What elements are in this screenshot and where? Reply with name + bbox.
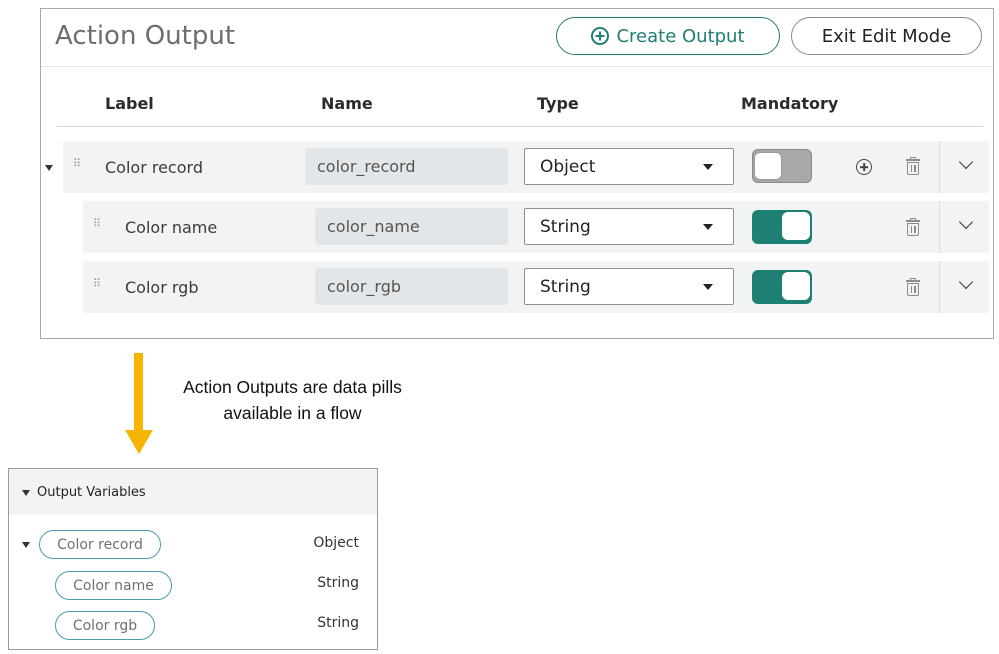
caret-down-icon bbox=[22, 490, 30, 496]
type-select[interactable]: String bbox=[524, 268, 734, 305]
output-variables-header[interactable]: Output Variables bbox=[9, 469, 377, 515]
column-header-label: Label bbox=[105, 94, 154, 113]
chevron-down-icon[interactable] bbox=[958, 154, 974, 170]
row-label: Color rgb bbox=[125, 278, 199, 297]
add-child-icon[interactable] bbox=[856, 159, 872, 175]
column-header-name: Name bbox=[321, 94, 373, 113]
create-output-label: Create Output bbox=[616, 25, 745, 47]
caption-line: available in a flow bbox=[223, 403, 362, 423]
chevron-down-icon[interactable] bbox=[958, 214, 974, 230]
table-row: ⠿ Color name color_name String bbox=[83, 201, 989, 253]
expand-caret-icon[interactable] bbox=[45, 165, 53, 171]
pill-type: String bbox=[317, 575, 359, 591]
data-pill[interactable]: Color record bbox=[39, 530, 161, 559]
mandatory-toggle[interactable] bbox=[752, 149, 812, 183]
expand-caret-icon[interactable] bbox=[22, 542, 30, 548]
create-output-button[interactable]: Create Output bbox=[556, 17, 780, 55]
column-header-type: Type bbox=[537, 94, 579, 113]
drag-handle-icon[interactable]: ⠿ bbox=[93, 218, 101, 229]
column-header-mandatory: Mandatory bbox=[741, 94, 839, 113]
panel-title: Action Output bbox=[55, 21, 236, 51]
trash-icon[interactable] bbox=[906, 218, 920, 236]
dropdown-arrow-icon bbox=[703, 224, 713, 230]
exit-edit-mode-button[interactable]: Exit Edit Mode bbox=[791, 17, 982, 55]
plus-circle-icon bbox=[591, 27, 610, 45]
chevron-down-icon[interactable] bbox=[958, 274, 974, 290]
type-select[interactable]: String bbox=[524, 208, 734, 245]
header-divider bbox=[57, 126, 983, 127]
toggle-knob bbox=[782, 212, 810, 240]
toggle-knob bbox=[754, 152, 782, 180]
divider bbox=[939, 261, 940, 313]
mandatory-toggle[interactable] bbox=[752, 210, 812, 244]
type-select-value: String bbox=[540, 216, 591, 237]
divider bbox=[939, 201, 940, 253]
action-output-panel: Action Output Create Output Exit Edit Mo… bbox=[40, 8, 994, 339]
output-variables-panel: Output Variables Color record Object Col… bbox=[8, 468, 378, 650]
table-row: ⠿ Color rgb color_rgb String bbox=[83, 261, 989, 313]
output-variables-title: Output Variables bbox=[37, 485, 146, 500]
pill-type: Object bbox=[313, 535, 359, 551]
trash-icon[interactable] bbox=[906, 157, 920, 175]
data-pill[interactable]: Color name bbox=[55, 571, 172, 600]
mandatory-toggle[interactable] bbox=[752, 270, 812, 304]
panel-header: Action Output Create Output Exit Edit Mo… bbox=[41, 9, 993, 67]
type-select-value: String bbox=[540, 276, 591, 297]
name-field[interactable]: color_record bbox=[305, 148, 508, 185]
divider bbox=[939, 141, 940, 193]
type-select-value: Object bbox=[540, 156, 596, 177]
toggle-knob bbox=[782, 272, 810, 300]
dropdown-arrow-icon bbox=[703, 164, 713, 170]
drag-handle-icon[interactable]: ⠿ bbox=[73, 158, 81, 169]
name-field[interactable]: color_rgb bbox=[315, 268, 508, 305]
data-pill[interactable]: Color rgb bbox=[55, 611, 155, 640]
down-arrow-icon bbox=[134, 353, 143, 433]
table-row: ⠿ Color record color_record Object bbox=[63, 141, 989, 193]
pill-type: String bbox=[317, 615, 359, 631]
caption: Action Outputs are data pills available … bbox=[160, 374, 425, 426]
caption-line: Action Outputs are data pills bbox=[183, 377, 402, 397]
name-field[interactable]: color_name bbox=[315, 208, 508, 245]
row-label: Color record bbox=[105, 158, 203, 177]
drag-handle-icon[interactable]: ⠿ bbox=[93, 278, 101, 289]
trash-icon[interactable] bbox=[906, 278, 920, 296]
dropdown-arrow-icon bbox=[703, 284, 713, 290]
type-select[interactable]: Object bbox=[524, 148, 734, 185]
row-label: Color name bbox=[125, 218, 218, 237]
down-arrow-head bbox=[125, 430, 153, 454]
